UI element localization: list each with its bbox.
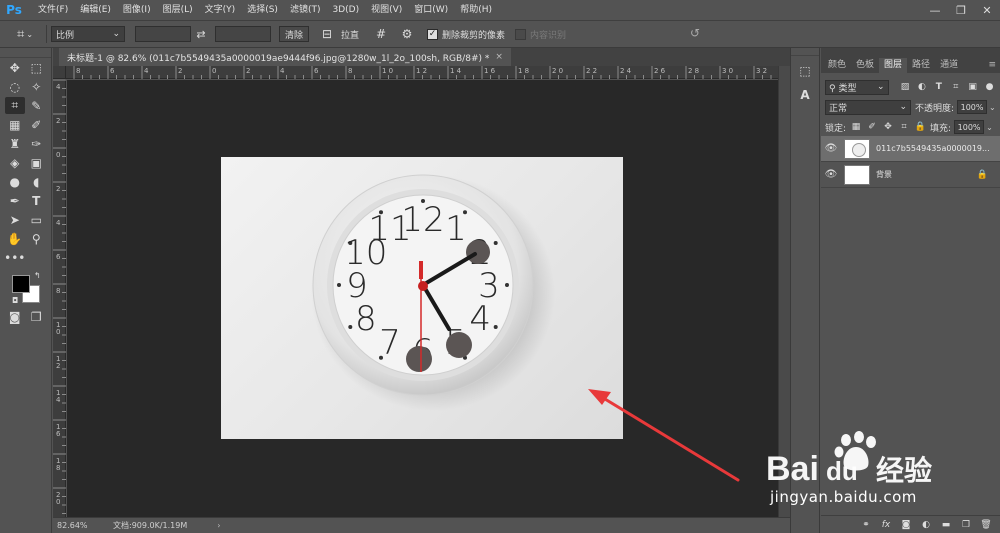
svg-text:Bai: Bai — [766, 450, 819, 488]
foreground-color-swatch[interactable] — [12, 275, 30, 293]
baidu-jingyan-logo: Bai du 经验 — [766, 431, 932, 488]
watermark-url: jingyan.baidu.com — [770, 488, 917, 506]
annotation-arrow-head — [588, 389, 611, 405]
annotation-arrow-shaft — [598, 394, 740, 482]
svg-text:经验: 经验 — [876, 454, 932, 487]
svg-text:du: du — [826, 456, 858, 486]
ruler-origin[interactable] — [53, 66, 66, 79]
baidu-watermark: Bai du 经验 jingyan.baidu.com — [760, 430, 990, 510]
